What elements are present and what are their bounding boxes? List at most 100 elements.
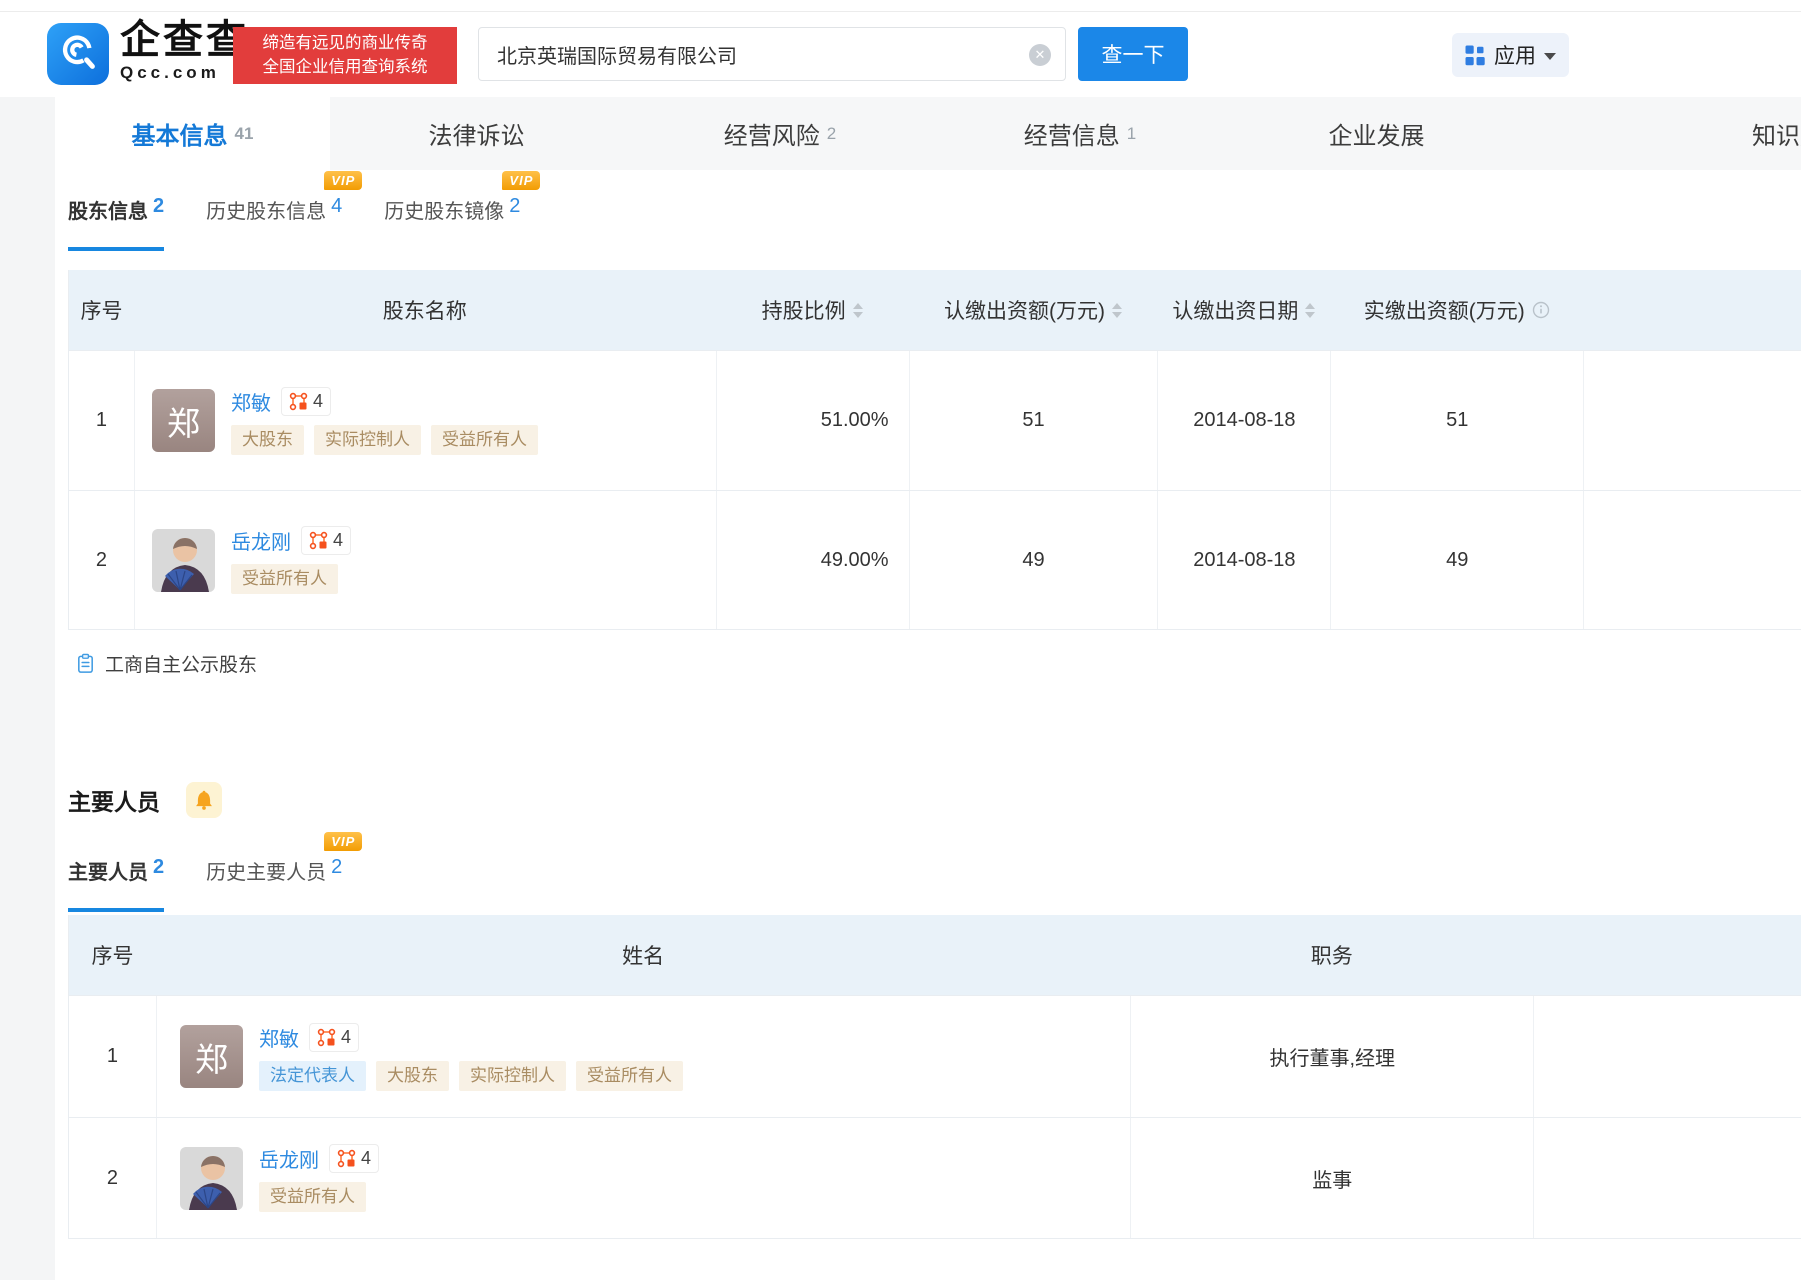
tag-beneficial-owner: 受益所有人 [430,424,538,455]
position-value: 监事 [1130,1118,1533,1238]
person-cell: 郑 郑敏 4 法定代表人 大股东 实际控制人 受益所有人 [155,996,1130,1117]
related-companies-icon [337,1149,356,1168]
search-input[interactable] [479,28,1065,80]
tag-major-shareholder: 大股东 [230,424,304,455]
shareholders-table-header: 序号 股东名称 持股比例 认缴出资额(万元) 认缴出资日期 实缴出资额(万元) [69,270,1801,350]
tab-operation-info[interactable]: 经营信息 1 [930,97,1230,170]
shareholder-name-link[interactable]: 岳龙刚 [231,526,291,555]
qcc-logo-icon [55,29,101,80]
shareholder-cell: 郑 郑敏 4 大股东 实际控制人 受益所有人 [133,351,716,490]
company-nav-tabs: 基本信息 41 法律诉讼 经营风险 2 经营信息 1 企业发展 知识产权 [55,97,1801,170]
related-companies-badge[interactable]: 4 [280,386,331,416]
related-companies-icon [317,1028,336,1047]
row-index: 1 [95,409,108,431]
tab-legal-litigation[interactable]: 法律诉讼 [330,97,630,170]
search-button[interactable]: 查一下 [1078,27,1188,81]
row-index: 2 [106,1166,119,1189]
tag-major-shareholder: 大股东 [375,1060,449,1091]
sort-icon[interactable] [852,302,863,318]
col-extra [1583,270,1801,350]
avatar-photo[interactable] [179,1146,243,1210]
tab-company-development[interactable]: 企业发展 [1230,97,1530,170]
paid-value: 49 [1330,491,1583,629]
table-row: 2 [69,1117,1801,1239]
person-name-link[interactable]: 岳龙刚 [259,1144,319,1173]
section-title: 主要人员 [68,789,160,815]
logo-domain: Qcc.com [120,63,220,82]
ratio-value: 51.00% [715,351,909,490]
extra-cell [1533,1118,1801,1238]
chevron-down-icon [1544,53,1556,60]
tab-intellectual-property[interactable]: 知识产权 [1530,97,1801,170]
col-num: 序号 [80,300,123,323]
tab-count: 1 [1126,123,1137,143]
extra-cell [1533,996,1801,1117]
tab-basic-info[interactable]: 基本信息 41 [55,97,330,170]
subtab-shareholders[interactable]: 股东信息 2 [68,195,165,251]
avatar[interactable]: 郑 [179,1025,243,1088]
personnel-section-title: 主要人员 [68,782,222,818]
related-companies-badge[interactable]: 4 [300,526,351,555]
logo-text[interactable]: 企查查 Qcc.com [120,18,249,83]
apps-grid-icon [1465,45,1486,66]
col-extra [1533,915,1801,995]
subtab-key-personnel[interactable]: 主要人员 2 [68,856,165,912]
col-paid-capital: 实缴出资额(万元) [1330,270,1583,350]
related-companies-badge[interactable]: 4 [328,1144,379,1173]
sort-icon[interactable] [1305,302,1316,318]
apps-button[interactable]: 应用 [1452,33,1569,77]
row-index: 2 [95,548,108,571]
tag-actual-controller: 实际控制人 [458,1060,566,1091]
col-person-name: 姓名 [622,945,665,968]
vip-badge: VIP [324,832,363,851]
person-name-link[interactable]: 郑敏 [259,1023,299,1052]
position-value: 执行董事,经理 [1130,996,1533,1117]
row-index: 1 [106,1045,119,1067]
personnel-subtabs: 主要人员 2 历史主要人员 2 VIP [68,832,363,912]
col-shareholder-name: 股东名称 [382,300,467,323]
subscribed-date: 2014-08-18 [1157,491,1330,629]
paid-value: 51 [1330,351,1583,490]
personnel-table: 序号 姓名 职务 1 郑 郑敏 4 法定代表人 大股东 实际控制人 受益所有人 … [68,915,1801,1239]
subtab-history-shareholders[interactable]: 历史股东信息 4 VIP [206,171,363,251]
tab-operation-risk[interactable]: 经营风险 2 [630,97,930,170]
monitor-bell-button[interactable] [186,782,222,818]
search-box: ✕ [478,27,1066,81]
tag-beneficial-owner: 受益所有人 [575,1060,683,1091]
related-companies-badge[interactable]: 4 [308,1022,359,1052]
slogan-banner: 缔造有远见的商业传奇 全国企业信用查询系统 [233,27,457,84]
tab-count: 41 [234,123,254,143]
tag-legal-representative: 法定代表人 [258,1060,366,1091]
personnel-table-header: 序号 姓名 职务 [69,915,1801,995]
extra-cell [1583,351,1801,490]
col-ratio[interactable]: 持股比例 [716,270,909,350]
person-cell: 岳龙刚 4 受益所有人 [155,1118,1130,1238]
col-position: 职务 [1310,945,1353,968]
avatar-photo[interactable] [151,528,215,592]
shareholders-table: 序号 股东名称 持股比例 认缴出资额(万元) 认缴出资日期 实缴出资额(万元) [68,270,1801,630]
shareholder-cell: 岳龙刚 4 受益所有人 [133,491,716,629]
subtab-shareholder-mirror[interactable]: 历史股东镜像 2 VIP [384,171,541,251]
self-disclosed-shareholders-link[interactable]: 工商自主公示股东 [75,650,257,677]
logo-title: 企查查 [120,18,249,62]
shareholder-subtabs: 股东信息 2 历史股东信息 4 VIP 历史股东镜像 2 VIP [68,171,541,251]
shareholder-name-link[interactable]: 郑敏 [231,387,271,416]
extra-cell [1583,491,1801,629]
tag-beneficial-owner: 受益所有人 [258,1182,366,1212]
subtab-history-personnel[interactable]: 历史主要人员 2 VIP [206,832,363,912]
clear-search-icon[interactable]: ✕ [1029,44,1051,66]
tag-actual-controller: 实际控制人 [313,424,421,455]
info-icon[interactable] [1532,301,1550,319]
col-subscribed-date[interactable]: 认缴出资日期 [1157,270,1330,350]
col-subscribed-capital[interactable]: 认缴出资额(万元) [909,270,1158,350]
tag-beneficial-owner: 受益所有人 [230,564,338,594]
bell-icon [193,789,215,811]
left-margin-strip [0,97,55,1280]
qcc-logo[interactable] [47,23,109,85]
slogan-line2: 全国企业信用查询系统 [262,58,428,76]
avatar[interactable]: 郑 [151,389,215,452]
col-num: 序号 [91,945,134,968]
sort-icon[interactable] [1111,302,1122,318]
qcc-company-page: 企查查 Qcc.com 缔造有远见的商业传奇 全国企业信用查询系统 ✕ 查一下 … [0,0,1801,1280]
vip-badge: VIP [324,171,363,190]
